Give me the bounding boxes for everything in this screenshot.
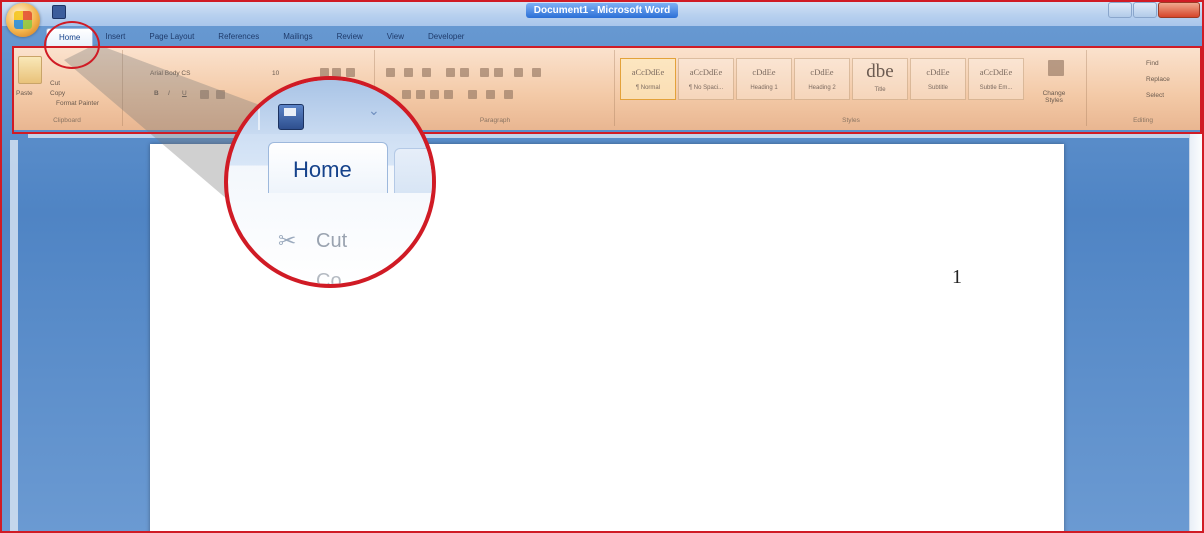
change-styles-button[interactable]: Change Styles	[1034, 90, 1074, 104]
shading-icon[interactable]	[486, 90, 495, 99]
justify-icon[interactable]	[444, 90, 453, 99]
tab-home[interactable]: Home	[46, 28, 94, 46]
style-subtitle[interactable]: cDdEe Subtitle	[910, 58, 966, 100]
strikethrough-icon[interactable]	[200, 90, 209, 99]
editing-group: Find Replace Select Editing	[1088, 50, 1198, 126]
vertical-ruler[interactable]	[10, 140, 18, 533]
style-name: Heading 2	[808, 85, 836, 91]
style-sample: cDdEe	[926, 67, 950, 77]
bold-button[interactable]: B	[154, 90, 159, 97]
tab-references[interactable]: References	[206, 28, 271, 46]
decrease-indent-icon[interactable]	[446, 68, 455, 77]
style-subtle-emphasis[interactable]: aCcDdEe Subtle Em...	[968, 58, 1024, 100]
clipboard-group: Paste Cut Copy Format Painter Clipboard	[12, 50, 123, 126]
magnified-paste-icon	[228, 230, 240, 270]
clipboard-group-label: Clipboard	[53, 117, 81, 124]
magnified-chevron-down-icon: ⌄	[368, 102, 380, 118]
paste-icon[interactable]	[18, 56, 42, 84]
replace-button[interactable]: Replace	[1146, 76, 1170, 83]
magnified-scissors-icon: ✂	[278, 228, 297, 253]
style-normal[interactable]: aCcDdEe ¶ Normal	[620, 58, 676, 100]
italic-button[interactable]: I	[168, 90, 170, 97]
style-sample: aCcDdEe	[689, 67, 723, 77]
change-styles-icon[interactable]	[1048, 60, 1064, 76]
styles-group-label: Styles	[842, 117, 860, 124]
magnified-home-tab: Home	[268, 142, 388, 193]
tab-view[interactable]: View	[375, 28, 416, 46]
page-number: 1	[952, 266, 962, 288]
bullets-icon[interactable]	[386, 68, 395, 77]
underline-button[interactable]: U	[182, 90, 187, 97]
style-name: Subtle Em...	[979, 85, 1013, 91]
magnified-cut-label: Cut	[316, 230, 348, 252]
magnified-separator	[258, 102, 260, 130]
sort-icon[interactable]	[514, 68, 523, 77]
style-name: ¶ No Spaci...	[688, 85, 724, 91]
numbering-icon[interactable]	[404, 68, 413, 77]
magnified-copy-label: Co	[316, 270, 342, 288]
select-button[interactable]: Select	[1146, 92, 1164, 99]
format-painter-button[interactable]: Format Painter	[56, 100, 99, 107]
title-bar: Document1 - Microsoft Word	[0, 0, 1204, 26]
multilevel-list-icon[interactable]	[422, 68, 431, 77]
magnified-save-icon	[278, 104, 304, 130]
style-sample: aCcDdEe	[631, 67, 665, 77]
vertical-scrollbar[interactable]	[1189, 132, 1204, 533]
style-heading-1[interactable]: cDdEe Heading 1	[736, 58, 792, 100]
cut-button[interactable]: Cut	[50, 80, 60, 87]
horizontal-ruler[interactable]	[28, 132, 1192, 138]
styles-group: aCcDdEe ¶ Normal aCcDdEe ¶ No Spaci... c…	[616, 50, 1087, 126]
tab-mailings[interactable]: Mailings	[271, 28, 324, 46]
line-spacing-icon[interactable]	[468, 90, 477, 99]
window-controls	[1108, 2, 1200, 18]
copy-button[interactable]: Copy	[50, 90, 65, 97]
minimize-button[interactable]	[1108, 2, 1132, 18]
find-button[interactable]: Find	[1146, 60, 1159, 67]
paste-button[interactable]: Paste	[16, 90, 33, 97]
increase-indent-icon[interactable]	[460, 68, 469, 77]
style-sample: cDdEe	[810, 67, 834, 77]
style-no-spacing[interactable]: aCcDdEe ¶ No Spaci...	[678, 58, 734, 100]
rtl-icon[interactable]	[494, 68, 503, 77]
style-sample: cDdEe	[752, 67, 776, 77]
word-window: Document1 - Microsoft Word Home Insert P…	[0, 0, 1204, 533]
editing-group-label: Editing	[1133, 117, 1153, 124]
subscript-icon[interactable]	[216, 90, 225, 99]
office-button[interactable]	[6, 3, 40, 37]
magnified-next-tab	[394, 148, 432, 193]
ribbon-tabs: Home Insert Page Layout References Maili…	[46, 28, 476, 46]
style-name: Heading 1	[750, 85, 778, 91]
style-title[interactable]: dbe Title	[852, 58, 908, 100]
tab-developer[interactable]: Developer	[416, 28, 476, 46]
style-sample: dbe	[866, 61, 894, 82]
style-heading-2[interactable]: cDdEe Heading 2	[794, 58, 850, 100]
ltr-icon[interactable]	[480, 68, 489, 77]
style-name: ¶ Normal	[635, 85, 661, 91]
window-title-text: Document1 - Microsoft Word	[525, 3, 679, 18]
maximize-button[interactable]	[1133, 2, 1157, 18]
tab-insert[interactable]: Insert	[93, 28, 137, 46]
clear-format-icon[interactable]	[346, 68, 355, 77]
font-name-select[interactable]: Arial Body CS	[150, 70, 190, 77]
show-marks-icon[interactable]	[532, 68, 541, 77]
close-button[interactable]	[1158, 2, 1200, 18]
tab-review[interactable]: Review	[325, 28, 375, 46]
window-title: Document1 - Microsoft Word	[0, 3, 1204, 18]
ribbon: Paste Cut Copy Format Painter Clipboard …	[12, 46, 1202, 130]
magnifier-callout: ⌄ Home ✂ Cut Co	[224, 76, 436, 288]
office-logo-icon	[14, 11, 32, 29]
magnified-home-label: Home	[293, 157, 352, 182]
style-sample: aCcDdEe	[979, 67, 1013, 77]
borders-icon[interactable]	[504, 90, 513, 99]
style-name: Subtitle	[927, 85, 948, 91]
tab-page-layout[interactable]: Page Layout	[137, 28, 206, 46]
font-size-select[interactable]: 10	[272, 70, 279, 77]
style-name: Title	[874, 87, 886, 93]
